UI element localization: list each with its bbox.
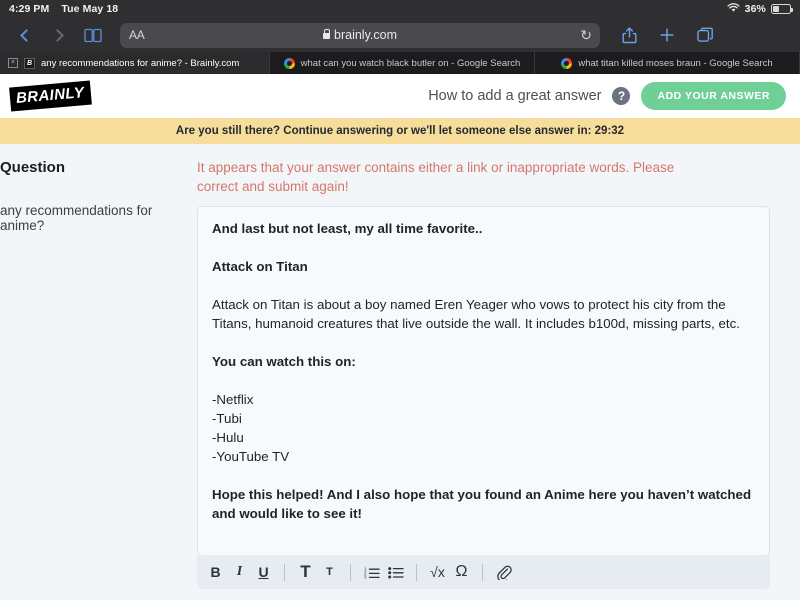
tab-title: what titan killed moses braun - Google S… — [578, 57, 773, 69]
chevron-left-icon — [20, 28, 33, 42]
answer-closing-paragraph: Hope this helped! And I also hope that y… — [212, 487, 752, 521]
answer-paragraph: Attack on Titan — [212, 259, 308, 274]
bookmarks-button[interactable] — [78, 22, 108, 48]
lock-icon — [323, 28, 331, 39]
brainly-logo[interactable]: BRAINLY — [9, 80, 93, 112]
share-button[interactable] — [612, 22, 646, 48]
new-tab-button[interactable] — [650, 22, 684, 48]
editor-format-toolbar: B I U T T 1 2 3 √x Ω — [197, 555, 770, 589]
toolbar-divider — [284, 563, 285, 581]
tab-close-icon[interactable]: × — [8, 58, 18, 68]
answer-paragraph: Attack on Titan is about a boy named Ere… — [212, 297, 740, 331]
url-text: brainly.com — [334, 28, 397, 42]
forward-button[interactable] — [44, 22, 74, 48]
banner-text: Are you still there? Continue answering … — [175, 125, 625, 137]
status-right-cluster: 36% — [727, 2, 793, 16]
answer-paragraph: And last but not least, my all time favo… — [212, 221, 483, 236]
plus-icon — [660, 28, 674, 42]
watch-list-item: -Tubi — [212, 411, 242, 426]
paperclip-icon — [496, 565, 512, 580]
book-icon — [84, 28, 102, 42]
tab-strip: × B any recommendations for anime? - Bra… — [0, 52, 800, 74]
symbol-button[interactable]: Ω — [453, 561, 470, 583]
answer-error-message: It appears that your answer contains eit… — [197, 160, 675, 194]
tabs-icon — [696, 27, 713, 42]
italic-button[interactable]: I — [231, 561, 248, 583]
math-button[interactable]: √x — [429, 561, 446, 583]
toolbar-divider — [482, 563, 483, 581]
answer-paragraph: You can watch this on: — [212, 354, 356, 369]
browser-tab-active[interactable]: × B any recommendations for anime? - Bra… — [0, 52, 270, 74]
google-favicon-icon — [283, 57, 295, 69]
how-to-add-answer-link[interactable]: How to add a great answer — [428, 88, 601, 104]
status-date: Tue May 18 — [61, 3, 119, 15]
numbered-list-icon: 1 2 3 — [364, 566, 380, 579]
answer-editor[interactable]: And last but not least, my all time favo… — [197, 206, 770, 556]
bullet-list-icon — [387, 566, 404, 578]
browser-tab-2[interactable]: what can you watch black butler on - Goo… — [270, 52, 535, 74]
browser-toolbar: AA brainly.com ↻ — [0, 18, 800, 52]
site-header: BRAINLY How to add a great answer ? ADD … — [0, 74, 800, 118]
tab-title: what can you watch black butler on - Goo… — [300, 57, 521, 69]
text-size-large-button[interactable]: T — [297, 561, 314, 583]
bullet-list-button[interactable] — [387, 561, 404, 583]
question-column: Question any recommendations for anime? — [0, 156, 197, 600]
watch-list-item: -YouTube TV — [212, 449, 290, 464]
status-time: 4:29 PM — [9, 3, 50, 15]
svg-text:3: 3 — [364, 574, 367, 578]
bold-button[interactable]: B — [207, 561, 224, 583]
question-text: any recommendations for anime? — [0, 203, 153, 233]
watch-list-item: -Netflix — [212, 392, 254, 407]
browser-tab-3[interactable]: what titan killed moses braun - Google S… — [535, 52, 800, 74]
page-body: Question any recommendations for anime? … — [0, 144, 800, 600]
chevron-right-icon — [51, 28, 64, 42]
toolbar-divider — [416, 563, 417, 581]
answer-column: It appears that your answer contains eit… — [197, 156, 770, 600]
help-icon[interactable]: ? — [612, 87, 631, 105]
add-your-answer-button[interactable]: ADD YOUR ANSWER — [641, 82, 786, 110]
text-size-small-button[interactable]: T — [321, 561, 338, 583]
battery-percent: 36% — [744, 3, 766, 15]
ios-status-bar: 4:29 PM Tue May 18 36% — [0, 0, 800, 18]
still-there-banner: Are you still there? Continue answering … — [0, 118, 800, 144]
battery-icon — [771, 4, 793, 14]
underline-button[interactable]: U — [255, 561, 272, 583]
toolbar-divider — [350, 563, 351, 581]
attach-file-button[interactable] — [495, 561, 512, 583]
header-actions: How to add a great answer ? ADD YOUR ANS… — [428, 82, 786, 110]
brainly-favicon-icon: B — [24, 57, 35, 69]
address-bar[interactable]: AA brainly.com ↻ — [120, 22, 600, 48]
wifi-icon — [727, 2, 740, 16]
url-display: brainly.com — [120, 28, 600, 42]
tab-title: any recommendations for anime? - Brainly… — [41, 57, 240, 69]
reload-icon[interactable]: ↻ — [580, 28, 592, 42]
ipad-safari-screen: 4:29 PM Tue May 18 36% AA brainly.com ↻ … — [0, 0, 800, 600]
question-heading: Question — [0, 159, 66, 176]
watch-list-item: -Hulu — [212, 430, 244, 445]
google-favicon-icon — [561, 57, 573, 69]
share-icon — [622, 26, 636, 43]
numbered-list-button[interactable]: 1 2 3 — [363, 561, 380, 583]
back-button[interactable] — [10, 22, 40, 48]
show-tabs-button[interactable] — [688, 22, 722, 48]
